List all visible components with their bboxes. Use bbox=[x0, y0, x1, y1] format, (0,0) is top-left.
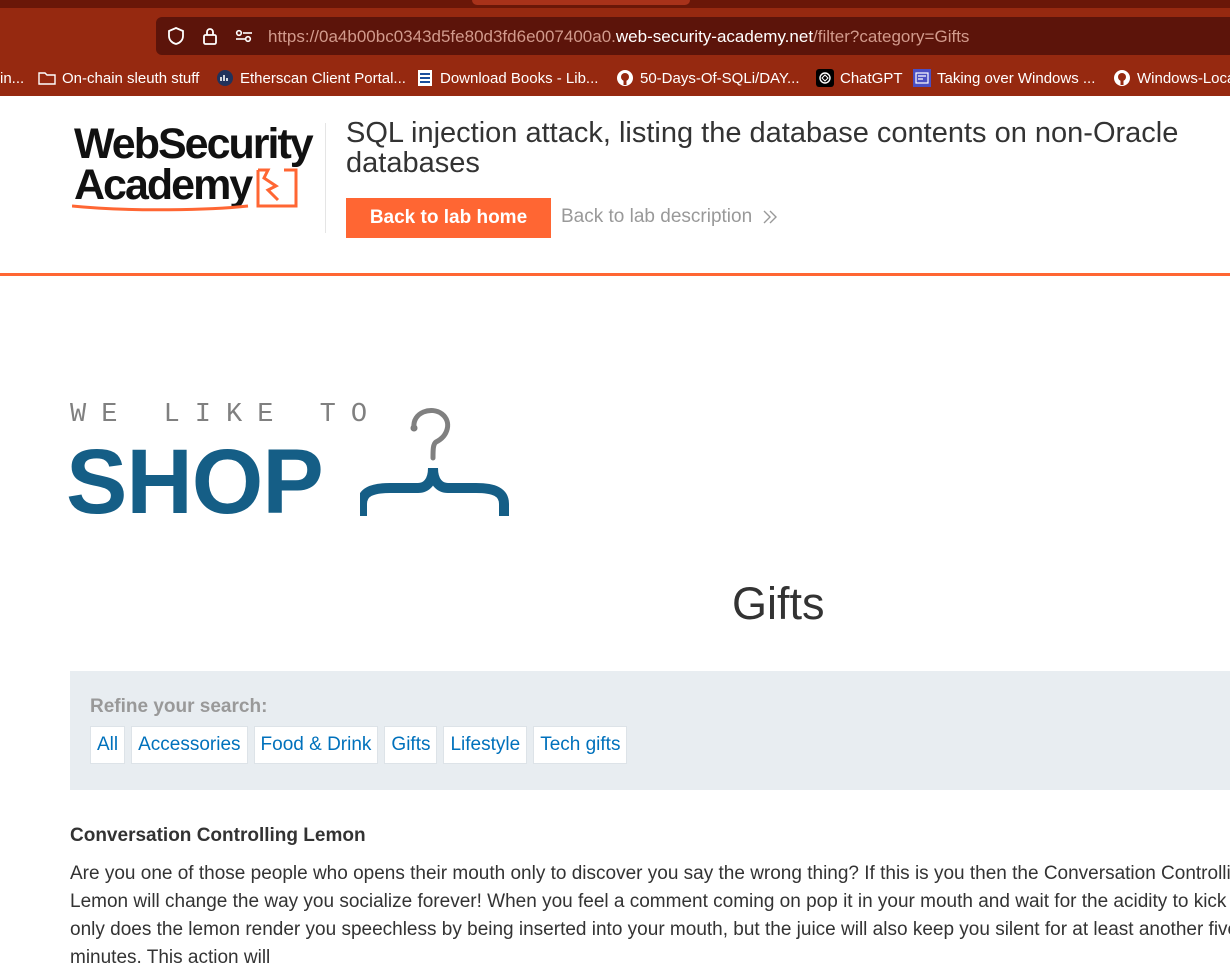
url-path: /filter?category=Gifts bbox=[813, 27, 970, 46]
refine-search-label: Refine your search: bbox=[90, 696, 268, 717]
active-tab[interactable] bbox=[472, 0, 690, 5]
filter-all[interactable]: All bbox=[90, 726, 126, 764]
bookmark-label: in... bbox=[0, 69, 25, 87]
bookmark-label: Windows-Loca bbox=[1137, 69, 1230, 87]
logo-line2: Academy bbox=[74, 161, 253, 209]
back-to-lab-home-button[interactable]: Back to lab home bbox=[346, 198, 551, 238]
back-to-lab-description-label: Back to lab description bbox=[561, 206, 753, 227]
url-prefix: https://0a4b00bc0343d5fe80d3fd6e007400a0… bbox=[268, 27, 616, 46]
shop-tagline: WE LIKE TO bbox=[70, 400, 383, 430]
header-divider bbox=[325, 123, 326, 233]
chatgpt-icon bbox=[816, 69, 834, 87]
product-description: Are you one of those people who opens th… bbox=[70, 863, 1230, 968]
bookmark-etherscan[interactable]: Etherscan Client Portal... bbox=[216, 68, 406, 88]
shield-icon[interactable] bbox=[166, 26, 186, 46]
filter-panel: Refine your search: All Accessories Food… bbox=[70, 671, 1230, 790]
lab-title: SQL injection attack, listing the databa… bbox=[346, 117, 1179, 179]
address-bar[interactable]: https://0a4b00bc0343d5fe80d3fd6e007400a0… bbox=[156, 17, 1230, 55]
we-like-to-shop-logo[interactable]: WE LIKE TO SHOP bbox=[66, 400, 510, 533]
bookmark-folder-onchain[interactable]: On-chain sleuth stuff bbox=[38, 68, 199, 88]
url-text[interactable]: https://0a4b00bc0343d5fe80d3fd6e007400a0… bbox=[268, 27, 969, 47]
site-icon bbox=[913, 69, 931, 87]
product-name: Conversation Controlling Lemon bbox=[70, 825, 366, 846]
back-to-lab-description-link[interactable]: Back to lab description bbox=[561, 206, 778, 228]
bookmark-label: ChatGPT bbox=[840, 69, 903, 87]
bookmark-label: Taking over Windows ... bbox=[937, 69, 1096, 87]
bookmark-label: On-chain sleuth stuff bbox=[62, 69, 200, 87]
bookmark-windows-takeover[interactable]: Taking over Windows ... bbox=[913, 68, 1095, 88]
filter-gifts[interactable]: Gifts bbox=[384, 726, 438, 764]
bookmark-books[interactable]: Download Books - Lib... bbox=[416, 68, 598, 88]
filter-tech-gifts[interactable]: Tech gifts bbox=[533, 726, 628, 764]
filter-accessories[interactable]: Accessories bbox=[131, 726, 248, 764]
category-filter-list: All Accessories Food & Drink Gifts Lifes… bbox=[90, 726, 633, 764]
github-icon bbox=[1113, 69, 1131, 87]
bookmark-label: Etherscan Client Portal... bbox=[240, 69, 406, 87]
filter-lifestyle[interactable]: Lifestyle bbox=[443, 726, 528, 764]
bookmark-chatgpt[interactable]: ChatGPT bbox=[816, 68, 903, 88]
folder-icon bbox=[38, 69, 56, 87]
page-title: Gifts bbox=[732, 578, 825, 629]
bookmarks-bar: in... On-chain sleuth stuff Etherscan Cl… bbox=[0, 62, 1230, 94]
lab-header: WebSecurity Academy SQL injection attack… bbox=[0, 96, 1230, 276]
bookmark-label: Download Books - Lib... bbox=[440, 69, 599, 87]
bookmark-item[interactable]: in... bbox=[0, 68, 24, 88]
url-host: web-security-academy.net bbox=[615, 27, 814, 46]
lock-icon[interactable] bbox=[200, 26, 220, 46]
filter-food-drink[interactable]: Food & Drink bbox=[253, 726, 379, 764]
shop-wordmark: SHOP bbox=[66, 431, 324, 533]
browser-chrome: https://0a4b00bc0343d5fe80d3fd6e007400a0… bbox=[0, 0, 1230, 96]
bookmark-windows-local[interactable]: Windows-Loca bbox=[1113, 68, 1230, 88]
double-chevron-right-icon bbox=[763, 210, 778, 224]
etherscan-icon bbox=[216, 69, 234, 87]
permissions-icon[interactable] bbox=[234, 26, 254, 46]
bookmark-label: 50-Days-Of-SQLi/DAY... bbox=[640, 69, 800, 87]
github-icon bbox=[616, 69, 634, 87]
bookmark-github-sqli[interactable]: 50-Days-Of-SQLi/DAY... bbox=[616, 68, 800, 88]
web-security-academy-logo[interactable]: WebSecurity Academy bbox=[71, 120, 324, 220]
book-icon bbox=[416, 69, 434, 87]
hanger-icon bbox=[360, 408, 509, 516]
